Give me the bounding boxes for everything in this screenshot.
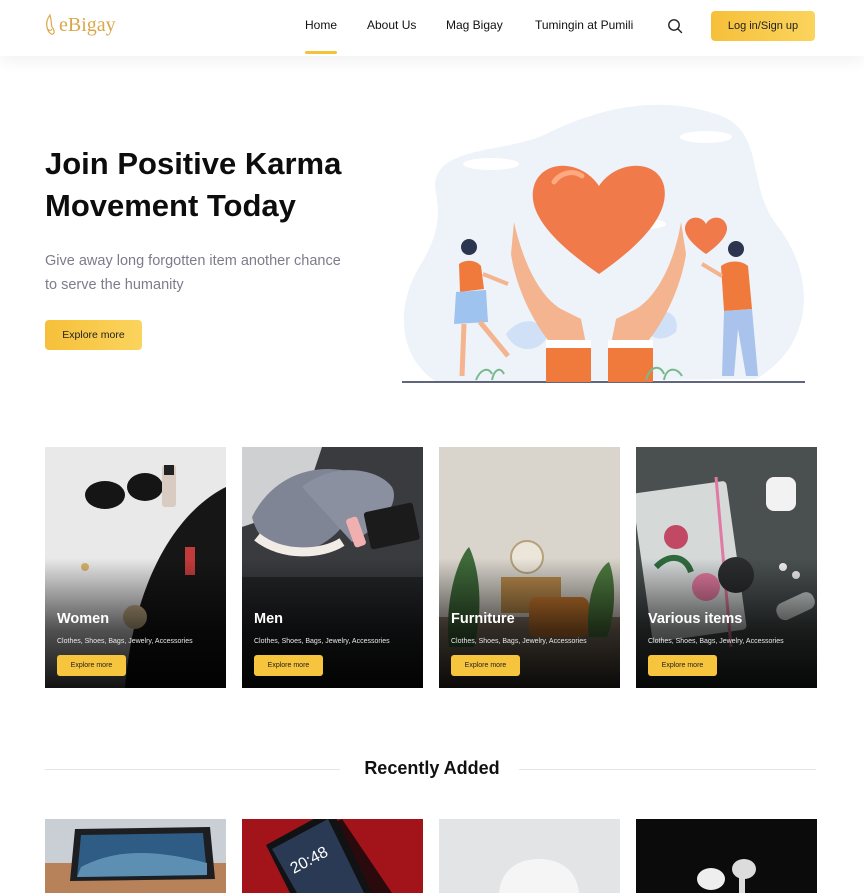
hero-illustration (402, 104, 805, 383)
hero-subtitle: Give away long forgotten item another ch… (45, 253, 341, 293)
category-title: Various items (648, 611, 743, 627)
phone-photo: 20:48 (242, 819, 423, 893)
laptop-photo (45, 819, 226, 893)
nav-home[interactable]: Home (305, 18, 338, 54)
category-explore-button[interactable]: Explore more (57, 655, 126, 676)
hero-title: Join Positive Karma Movement Today (45, 146, 342, 223)
category-title: Women (57, 611, 110, 627)
category-description: Clothes, Shoes, Bags, Jewelry, Accessori… (648, 638, 784, 645)
hero-explore-button[interactable]: Explore more (45, 320, 142, 350)
top-navbar: eBigay Home About Us Mag Bigay Tumingin … (0, 0, 864, 56)
recent-item-earbuds[interactable] (636, 819, 817, 893)
airpods-case-photo (439, 819, 620, 893)
recent-item-airpods-case[interactable] (439, 819, 620, 893)
logo[interactable]: eBigay (44, 13, 116, 37)
recent-item-laptop[interactable] (45, 819, 226, 893)
category-card-women[interactable]: Women Clothes, Shoes, Bags, Jewelry, Acc… (45, 447, 226, 688)
category-explore-button[interactable]: Explore more (648, 655, 717, 676)
hand-heart-logo-icon (46, 13, 55, 35)
login-signup-button[interactable]: Log in/Sign up (711, 11, 815, 41)
category-description: Clothes, Shoes, Bags, Jewelry, Accessori… (254, 638, 390, 645)
nav-about-us[interactable]: About Us (367, 18, 416, 32)
category-explore-button[interactable]: Explore more (451, 655, 520, 676)
category-title: Men (254, 611, 283, 627)
category-card-furniture[interactable]: Furniture Clothes, Shoes, Bags, Jewelry,… (439, 447, 620, 688)
nav-mag-bigay[interactable]: Mag Bigay (446, 18, 503, 32)
category-card-various-items[interactable]: Various items Clothes, Shoes, Bags, Jewe… (636, 447, 817, 688)
category-title: Furniture (451, 611, 515, 627)
nav-tumingin-at-pumili[interactable]: Tumingin at Pumili (535, 18, 633, 32)
recent-item-phone[interactable]: 20:48 (242, 819, 423, 893)
logo-text: eBigay (59, 13, 116, 36)
earbuds-photo (636, 819, 817, 893)
recently-added-title: Recently Added (364, 758, 500, 778)
search-icon[interactable] (667, 18, 683, 34)
category-description: Clothes, Shoes, Bags, Jewelry, Accessori… (57, 638, 193, 645)
category-explore-button[interactable]: Explore more (254, 655, 323, 676)
category-card-men[interactable]: Men Clothes, Shoes, Bags, Jewelry, Acces… (242, 447, 423, 688)
category-description: Clothes, Shoes, Bags, Jewelry, Accessori… (451, 638, 587, 645)
